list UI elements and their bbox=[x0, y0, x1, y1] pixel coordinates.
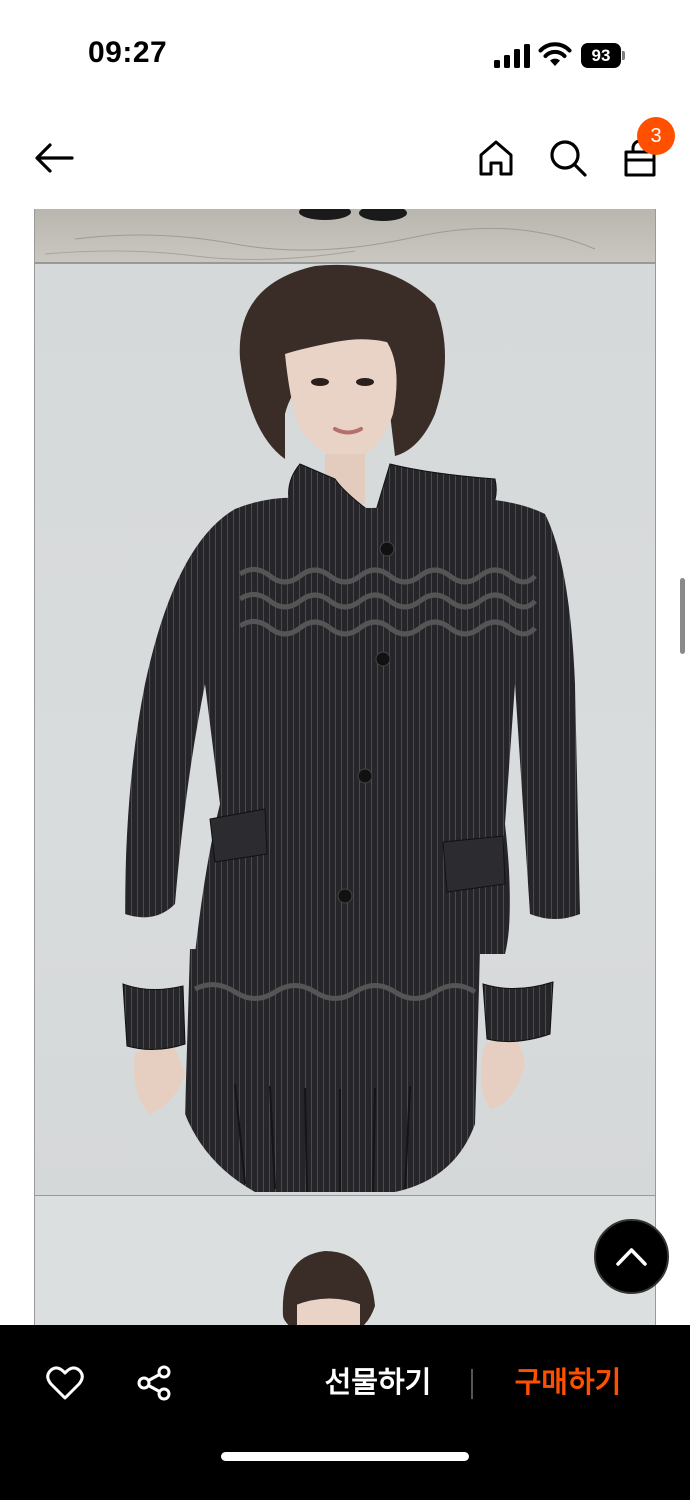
product-photo-model-front bbox=[34, 263, 656, 1196]
battery-level: 93 bbox=[581, 43, 621, 68]
chevron-up-icon bbox=[616, 1248, 647, 1266]
heart-icon[interactable] bbox=[46, 1365, 84, 1401]
buy-button[interactable]: 구매하기 bbox=[508, 1361, 628, 1405]
status-time: 09:27 bbox=[88, 36, 168, 69]
scroll-indicator[interactable] bbox=[680, 578, 685, 654]
arrow-left-icon[interactable] bbox=[30, 138, 78, 178]
wifi-icon bbox=[538, 42, 572, 66]
share-icon[interactable] bbox=[136, 1365, 172, 1401]
scroll-to-top-button[interactable] bbox=[594, 1219, 669, 1294]
bottom-action-bar: 선물하기 구매하기 bbox=[0, 1325, 690, 1500]
battery-icon: 93 bbox=[581, 43, 625, 68]
home-icon[interactable] bbox=[476, 138, 516, 178]
signal-icon bbox=[494, 44, 530, 68]
product-detail-images bbox=[34, 209, 656, 1325]
product-photo-model-partial bbox=[34, 1195, 656, 1325]
divider bbox=[471, 1369, 473, 1399]
status-bar: 09:27 93 bbox=[0, 0, 690, 100]
gift-button[interactable]: 선물하기 bbox=[318, 1361, 438, 1405]
home-indicator bbox=[221, 1452, 469, 1461]
cart-count-badge: 3 bbox=[637, 117, 675, 155]
product-photo-shoes bbox=[34, 209, 656, 263]
top-nav-bar bbox=[0, 110, 690, 206]
search-icon[interactable] bbox=[548, 138, 588, 178]
